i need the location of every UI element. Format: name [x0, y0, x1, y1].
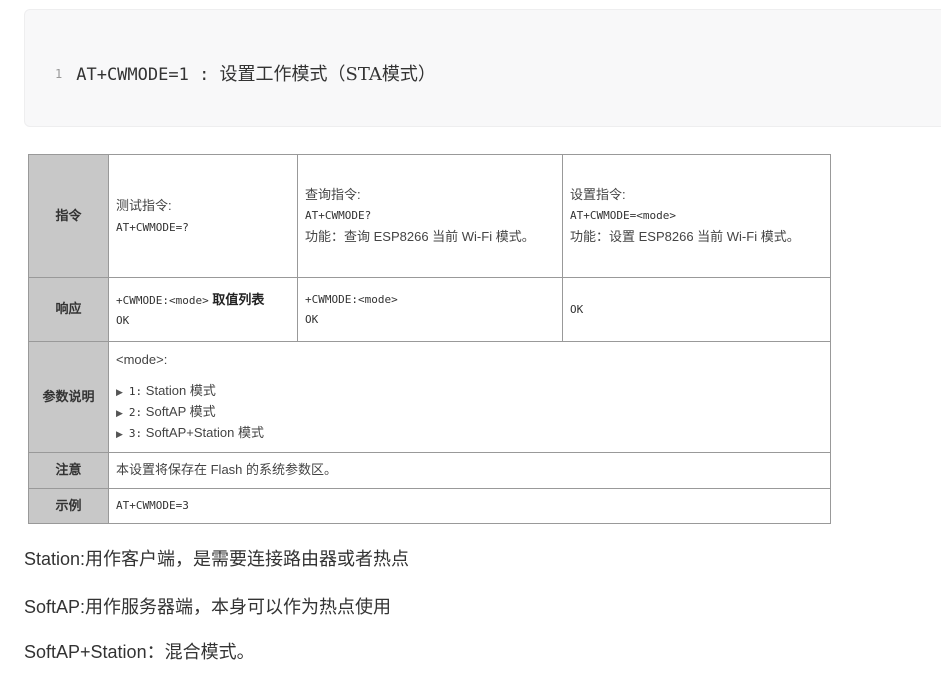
code-block: 1 AT+CWMODE=1 : 设置工作模式（STA模式）	[24, 9, 941, 127]
bullet-icon: ▶	[116, 408, 123, 418]
cell-example: AT+CWMODE=3	[108, 488, 831, 524]
cell-params: <mode>: ▶ 1: Station 模式 ▶ 2: SoftAP 模式 ▶ 3:…	[108, 341, 831, 453]
row-header-note: 注意	[28, 452, 109, 489]
params-intro: <mode>:	[116, 352, 168, 368]
param-num: 2:	[128, 406, 143, 419]
param-num: 1:	[128, 385, 143, 399]
query-response-code: +CWMODE:<mode>	[305, 293, 398, 307]
set-command-code: AT+CWMODE=<mode>	[570, 209, 676, 223]
code-comment: 设置工作模式（STA模式）	[219, 64, 436, 85]
query-response-ok: OK	[305, 312, 319, 326]
param-text: Station 模式	[145, 383, 216, 399]
table-row-example: 示例 AT+CWMODE=3	[28, 488, 831, 524]
table-row-command: 指令 测试指令: AT+CWMODE=? 查询指令: AT+CWMODE? 功能…	[28, 154, 831, 278]
bullet-icon: ▶	[116, 387, 123, 398]
cell-query-command: 查询指令: AT+CWMODE? 功能：查询 ESP8266 当前 Wi-Fi …	[297, 154, 563, 278]
set-command-desc: 功能：设置 ESP8266 当前 Wi-Fi 模式。	[570, 228, 800, 244]
test-response-bold: 取值列表	[212, 291, 265, 307]
param-num: 3:	[128, 426, 143, 440]
cell-query-response: +CWMODE:<mode> OK	[297, 277, 563, 342]
set-response-ok: OK	[570, 302, 584, 316]
row-header-response: 响应	[28, 277, 109, 342]
table-row-note: 注意 本设置将保存在 Flash 的系统参数区。	[28, 452, 831, 489]
table-row-params: 参数说明 <mode>: ▶ 1: Station 模式 ▶ 2: SoftAP 模…	[28, 341, 831, 453]
query-command-label: 查询指令:	[305, 186, 361, 202]
row-header-example: 示例	[28, 488, 109, 524]
param-text: SoftAP+Station 模式	[145, 424, 264, 440]
test-response-code: +CWMODE:<mode>	[116, 293, 209, 307]
row-header-params: 参数说明	[28, 341, 109, 453]
paragraph-mixed: SoftAP+Station：混合模式。	[24, 642, 255, 662]
cell-test-response: +CWMODE:<mode> 取值列表 OK	[108, 277, 298, 342]
bullet-icon: ▶	[116, 428, 123, 439]
at-command-table: 指令 测试指令: AT+CWMODE=? 查询指令: AT+CWMODE? 功能…	[28, 154, 831, 524]
test-response-ok: OK	[116, 314, 130, 328]
code-separator: :	[188, 65, 220, 85]
cell-set-response: OK	[562, 277, 831, 342]
cell-note: 本设置将保存在 Flash 的系统参数区。	[108, 452, 831, 489]
param-item: ▶ 3: SoftAP+Station 模式	[116, 423, 823, 444]
line-number: 1	[55, 67, 63, 81]
paragraph-station: Station:用作客户端，是需要连接路由器或者热点	[24, 549, 410, 569]
cell-set-command: 设置指令: AT+CWMODE=<mode> 功能：设置 ESP8266 当前 …	[562, 154, 831, 278]
row-header-command: 指令	[28, 154, 109, 278]
table-row-response: 响应 +CWMODE:<mode> 取值列表 OK +CWMODE:<mode>…	[28, 277, 831, 342]
code-command: AT+CWMODE=1	[76, 65, 189, 85]
query-command-code: AT+CWMODE?	[305, 209, 372, 223]
set-command-label: 设置指令:	[570, 186, 626, 202]
paragraph-softap: SoftAP:用作服务器端，本身可以作为热点使用	[24, 597, 392, 617]
test-command-code: AT+CWMODE=?	[116, 220, 189, 234]
param-text: SoftAP 模式	[145, 404, 216, 419]
test-command-label: 测试指令:	[116, 198, 172, 213]
param-item: ▶ 2: SoftAP 模式	[116, 402, 823, 423]
param-item: ▶ 1: Station 模式	[116, 381, 823, 402]
code-line: 1 AT+CWMODE=1 : 设置工作模式（STA模式）	[55, 60, 436, 86]
cell-test-command: 测试指令: AT+CWMODE=?	[108, 154, 298, 278]
query-command-desc: 功能：查询 ESP8266 当前 Wi-Fi 模式。	[305, 228, 535, 244]
